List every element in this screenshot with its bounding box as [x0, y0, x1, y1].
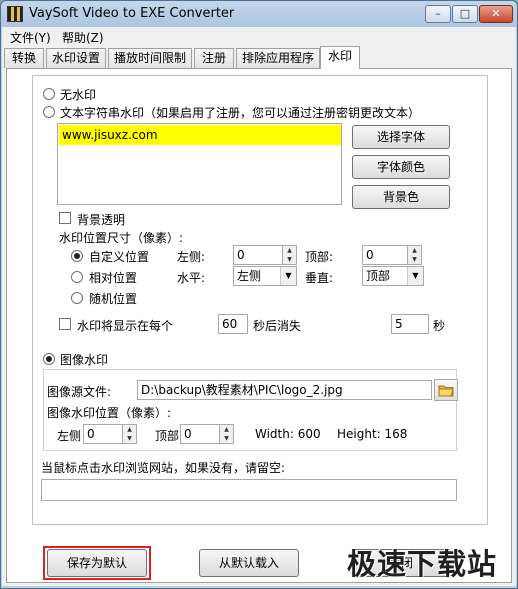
title-bar[interactable]: VaySoft Video to EXE Converter – □ ✕ — [1, 1, 517, 27]
image-watermark-label: 图像水印 — [60, 353, 109, 367]
window-title: VaySoft Video to EXE Converter — [29, 6, 235, 21]
tab-watermark[interactable]: 水印 — [320, 46, 360, 69]
tab-playback-limit[interactable]: 播放时间限制 — [108, 48, 192, 68]
watermark-text-value: www.jisuxz.com — [59, 125, 341, 145]
folder-icon — [438, 385, 454, 397]
load-default-button[interactable]: 从默认载入 — [199, 549, 299, 577]
left-label: 左侧: — [177, 250, 206, 264]
image-height-text: Height: 168 — [337, 427, 408, 441]
relative-position-radio[interactable] — [71, 271, 83, 283]
browse-button[interactable] — [434, 379, 458, 401]
img-left-spinner[interactable]: ▲ ▼ — [123, 424, 137, 444]
tab-exclude-apps[interactable]: 排除应用程序 — [236, 48, 320, 68]
random-position-radio[interactable] — [71, 292, 83, 304]
chevron-down-icon: ▼ — [280, 267, 296, 285]
custom-position-label: 自定义位置 — [89, 250, 150, 264]
custom-position-radio[interactable] — [71, 250, 83, 262]
img-top-input[interactable]: 0 — [180, 424, 220, 444]
img-top-spinner[interactable]: ▲ ▼ — [220, 424, 234, 444]
image-width-text: Width: 600 — [255, 427, 321, 441]
top-input[interactable]: 0 — [362, 245, 408, 265]
tab-register[interactable]: 注册 — [194, 48, 234, 68]
seconds-label: 秒 — [433, 319, 446, 333]
disappear-input[interactable]: 5 — [391, 314, 429, 334]
background-color-button[interactable]: 背景色 — [352, 185, 450, 209]
font-color-button[interactable]: 字体颜色 — [352, 155, 450, 179]
position-size-label: 水印位置尺寸（像素）: — [59, 231, 184, 245]
show-every-input[interactable]: 60 — [218, 314, 248, 334]
menu-bar: 文件(Y) 帮助(Z) — [2, 27, 516, 46]
tab-strip: 转换 水印设置 播放时间限制 注册 排除应用程序 水印 — [4, 46, 514, 69]
img-left-label: 左侧 — [57, 429, 82, 443]
image-source-input[interactable]: D:\backup\教程素材\PIC\logo_2.jpg — [137, 380, 432, 400]
show-every-label: 水印将显示在每个 — [77, 319, 174, 333]
img-left-input[interactable]: 0 — [83, 424, 123, 444]
text-watermark-radio[interactable] — [43, 106, 55, 118]
close-window-button[interactable]: ✕ — [479, 5, 513, 23]
menu-file[interactable]: 文件(Y) — [10, 29, 51, 46]
site-watermark: 极速下载站 — [347, 547, 498, 581]
tab-watermark-settings[interactable]: 水印设置 — [46, 48, 106, 68]
select-font-button[interactable]: 选择字体 — [352, 125, 450, 149]
chevron-down-icon: ▼ — [407, 267, 423, 285]
disappear-after-label: 秒后消失 — [253, 319, 302, 333]
vertical-select-value: 顶部 — [366, 269, 391, 283]
url-prompt-label: 当鼠标点击水印浏览网站，如果没有，请留空: — [41, 461, 286, 475]
horizontal-select[interactable]: 左侧 ▼ — [233, 266, 297, 286]
relative-position-label: 相对位置 — [89, 271, 138, 285]
no-watermark-radio[interactable] — [43, 88, 55, 100]
bg-transparent-label: 背景透明 — [77, 213, 126, 227]
tab-panel-watermark: 无水印 文本字符串水印（如果启用了注册，您可以通过注册密钥更改文本） www.j… — [6, 68, 512, 583]
img-top-label: 顶部 — [155, 429, 180, 443]
bg-transparent-checkbox[interactable] — [59, 212, 71, 224]
left-spinner[interactable]: ▲ ▼ — [283, 245, 297, 265]
left-input[interactable]: 0 — [233, 245, 283, 265]
top-label: 顶部: — [305, 250, 334, 264]
text-watermark-label: 文本字符串水印（如果启用了注册，您可以通过注册密钥更改文本） — [60, 106, 421, 120]
tab-convert[interactable]: 转换 — [4, 48, 44, 68]
watermark-text-input[interactable]: www.jisuxz.com — [57, 123, 342, 205]
image-source-label: 图像源文件: — [47, 385, 112, 399]
main-window: VaySoft Video to EXE Converter – □ ✕ 文件(… — [0, 0, 518, 589]
show-every-checkbox[interactable] — [59, 318, 71, 330]
url-input[interactable] — [41, 479, 457, 501]
horizontal-select-value: 左侧 — [237, 269, 262, 283]
image-position-label: 图像水印位置（像素）: — [47, 406, 172, 420]
no-watermark-label: 无水印 — [60, 88, 97, 102]
annotation-highlight — [43, 546, 151, 580]
maximize-button[interactable]: □ — [452, 5, 478, 23]
minimize-button[interactable]: – — [425, 5, 451, 23]
client-area: 转换 水印设置 播放时间限制 注册 排除应用程序 水印 无水印 文本字符串水印（… — [2, 46, 516, 586]
random-position-label: 随机位置 — [89, 292, 138, 306]
image-watermark-radio[interactable] — [43, 353, 55, 365]
vertical-label: 垂直: — [305, 271, 334, 285]
menu-help[interactable]: 帮助(Z) — [62, 29, 104, 46]
film-icon — [7, 6, 23, 22]
horizontal-label: 水平: — [177, 271, 206, 285]
top-spinner[interactable]: ▲ ▼ — [408, 245, 422, 265]
vertical-select[interactable]: 顶部 ▼ — [362, 266, 424, 286]
